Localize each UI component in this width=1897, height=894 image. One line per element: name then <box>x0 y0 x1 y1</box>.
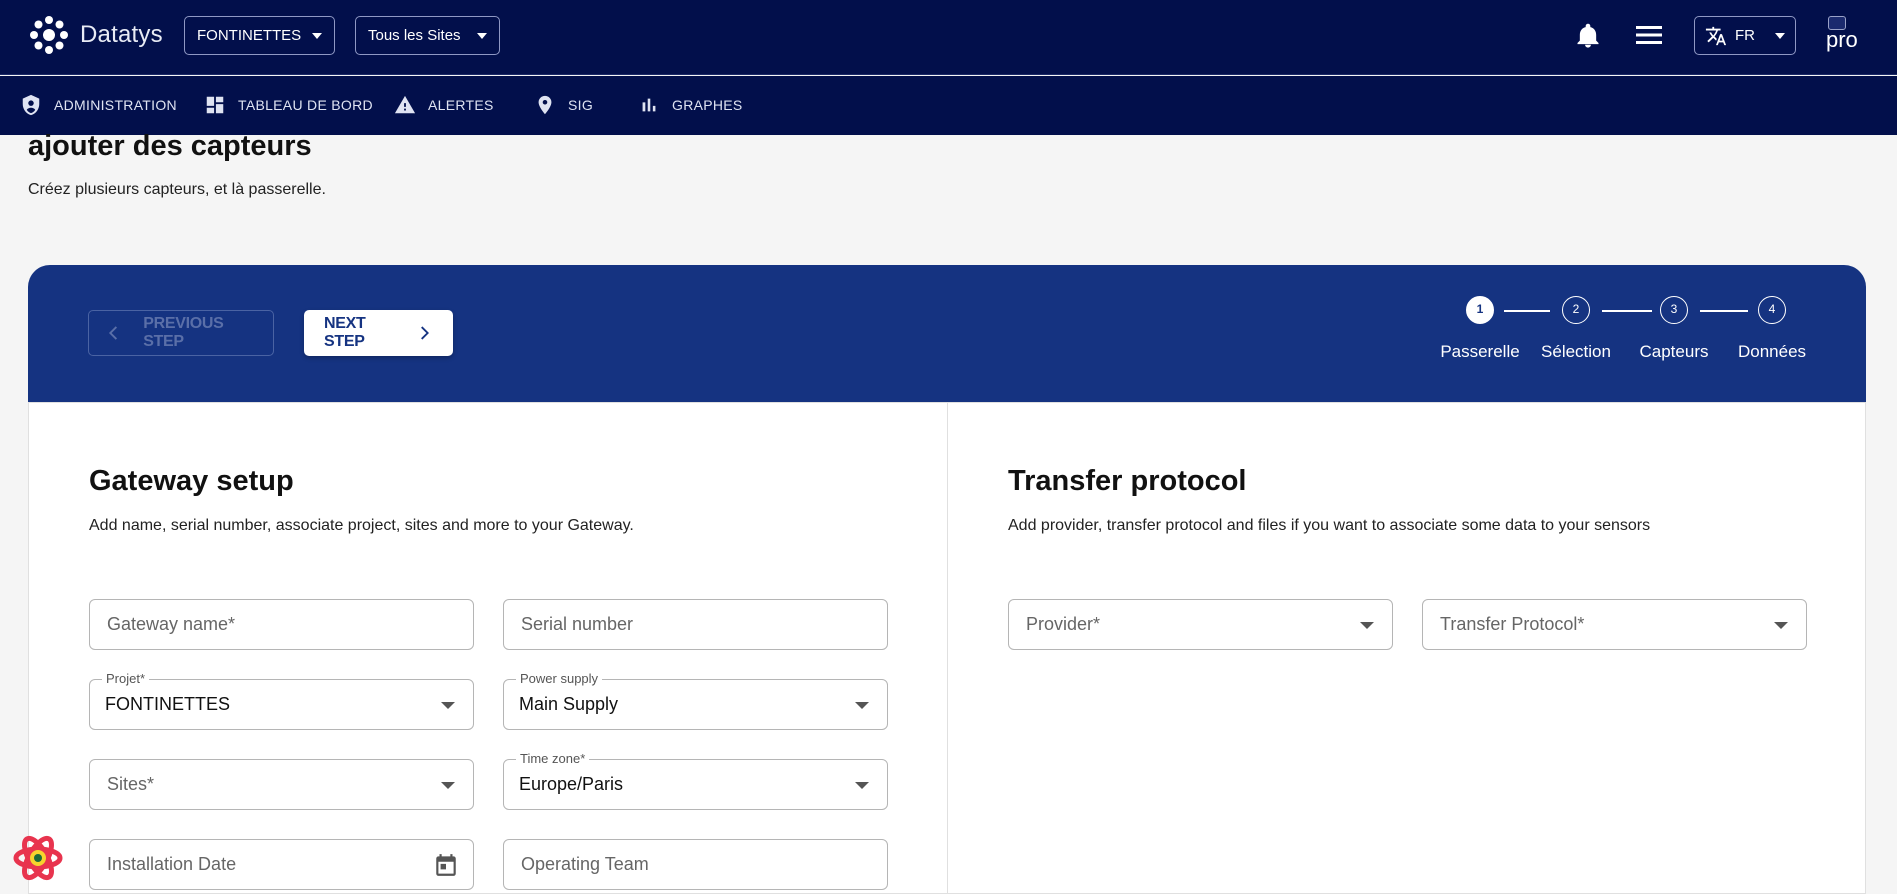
previous-step-button[interactable]: PREVIOUS STEP <box>88 310 274 356</box>
dropdown-arrow-icon <box>1774 622 1788 629</box>
avatar[interactable]: pro <box>1826 14 1866 56</box>
transfer-protocol-title: Transfer protocol <box>1008 465 1247 497</box>
project-select-value: FONTINETTES <box>197 27 302 44</box>
bar-chart-icon <box>642 98 656 112</box>
calendar-icon[interactable] <box>433 852 459 878</box>
chevron-right-icon <box>421 326 430 340</box>
step-label: Capteurs <box>1639 342 1709 361</box>
gateway-setup-description: Add name, serial number, associate proje… <box>89 517 634 534</box>
power-supply-select[interactable]: Power supply Main Supply <box>503 671 888 730</box>
language-select[interactable]: FR <box>1694 16 1796 55</box>
page-title: ajouter des capteurs <box>28 130 312 162</box>
nav-label: ADMINISTRATION <box>54 97 177 113</box>
chevron-down-icon <box>312 32 322 39</box>
nav-item-administration[interactable]: ADMINISTRATION <box>20 94 177 116</box>
transfer-protocol-description: Add provider, transfer protocol and file… <box>1008 517 1651 534</box>
logo-icon <box>30 16 68 54</box>
step-selection[interactable]: 2 Sélection <box>1526 296 1626 362</box>
dashboard-icon <box>206 96 224 114</box>
nav-label: TABLEAU DE BORD <box>238 97 373 113</box>
nav-item-graphs[interactable]: GRAPHES <box>638 94 743 116</box>
map-pin-icon <box>538 95 552 115</box>
project-select[interactable]: FONTINETTES <box>184 16 335 55</box>
chevron-down-icon <box>1775 32 1785 39</box>
power-supply-value: Main Supply <box>519 694 619 714</box>
top-bar: Datatys FONTINETTES Tous les Sites FR pr… <box>0 0 1897 75</box>
next-step-button[interactable]: NEXT STEP <box>304 310 453 356</box>
step-donnees[interactable]: 4 Données <box>1722 296 1822 362</box>
sites-placeholder: Sites* <box>107 774 155 794</box>
chevron-down-icon <box>477 32 487 39</box>
dropdown-arrow-icon <box>855 782 869 789</box>
warning-icon <box>394 95 416 114</box>
language-value: FR <box>1735 27 1755 44</box>
sites-select-value: Tous les Sites <box>368 27 461 44</box>
step-label: Sélection <box>1541 342 1611 361</box>
serial-number-input[interactable]: Serial number <box>503 599 888 650</box>
project-field-label: Projet* <box>102 671 150 686</box>
time-zone-label: Time zone* <box>516 751 590 766</box>
stepper-header: PREVIOUS STEP NEXT STEP 1 Passerelle 2 S… <box>28 265 1866 402</box>
provider-placeholder: Provider* <box>1026 614 1101 634</box>
app-name: Datatys <box>80 21 163 48</box>
dropdown-arrow-icon <box>855 702 869 709</box>
step-number: 2 <box>1562 296 1590 324</box>
project-select-field[interactable]: Projet* FONTINETTES <box>89 671 474 730</box>
project-field-value: FONTINETTES <box>105 694 230 714</box>
page-subtitle: Créez plusieurs capteurs, et là passerel… <box>28 181 326 198</box>
operating-team-input[interactable]: Operating Team <box>503 839 888 890</box>
power-supply-label: Power supply <box>516 671 603 686</box>
step-capteurs[interactable]: 3 Capteurs <box>1624 296 1724 362</box>
operating-team-placeholder: Operating Team <box>521 854 649 874</box>
avatar-alt-text: pro <box>1826 27 1858 52</box>
gateway-name-input[interactable]: Gateway name* <box>89 599 474 650</box>
main-nav: ADMINISTRATION TABLEAU DE BORD ALERTES S… <box>0 76 1897 135</box>
bell-icon[interactable] <box>1574 22 1602 50</box>
transfer-protocol-placeholder: Transfer Protocol* <box>1440 614 1585 634</box>
next-step-label: NEXT STEP <box>324 315 366 350</box>
dropdown-arrow-icon <box>1360 622 1374 629</box>
nav-item-alerts[interactable]: ALERTES <box>394 94 494 116</box>
step-number: 4 <box>1758 296 1786 324</box>
serial-number-placeholder: Serial number <box>521 614 634 634</box>
nav-label: ALERTES <box>428 97 494 113</box>
gateway-setup-title: Gateway setup <box>89 465 294 497</box>
step-number: 1 <box>1466 296 1494 324</box>
react-query-devtools-icon[interactable] <box>12 832 64 884</box>
step-passerelle[interactable]: 1 Passerelle <box>1430 296 1530 362</box>
step-label: Passerelle <box>1440 342 1520 361</box>
nav-item-dashboard[interactable]: TABLEAU DE BORD <box>204 94 373 116</box>
translate-icon <box>1705 26 1727 45</box>
dropdown-arrow-icon <box>441 782 455 789</box>
shield-icon <box>22 94 40 116</box>
app-logo[interactable]: Datatys <box>28 14 163 56</box>
sites-select-field[interactable]: Sites* <box>89 759 474 810</box>
step-label: Données <box>1737 342 1807 361</box>
previous-step-label: PREVIOUS STEP <box>143 315 224 350</box>
gateway-setup-panel: Gateway setup Add name, serial number, a… <box>28 402 948 894</box>
chevron-left-icon <box>108 326 118 340</box>
nav-label: SIG <box>568 97 594 113</box>
nav-item-sig[interactable]: SIG <box>534 94 593 116</box>
gateway-name-placeholder: Gateway name* <box>107 614 236 634</box>
time-zone-select[interactable]: Time zone* Europe/Paris <box>503 751 888 810</box>
menu-icon[interactable] <box>1636 24 1662 46</box>
installation-date-placeholder: Installation Date <box>107 854 237 874</box>
time-zone-value: Europe/Paris <box>519 774 624 794</box>
transfer-protocol-select[interactable]: Transfer Protocol* <box>1422 599 1807 650</box>
nav-label: GRAPHES <box>672 97 743 113</box>
step-number: 3 <box>1660 296 1688 324</box>
provider-select[interactable]: Provider* <box>1008 599 1393 650</box>
transfer-protocol-panel: Transfer protocol Add provider, transfer… <box>947 402 1866 894</box>
installation-date-input[interactable]: Installation Date <box>89 839 474 890</box>
dropdown-arrow-icon <box>441 702 455 709</box>
sites-select[interactable]: Tous les Sites <box>355 16 500 55</box>
